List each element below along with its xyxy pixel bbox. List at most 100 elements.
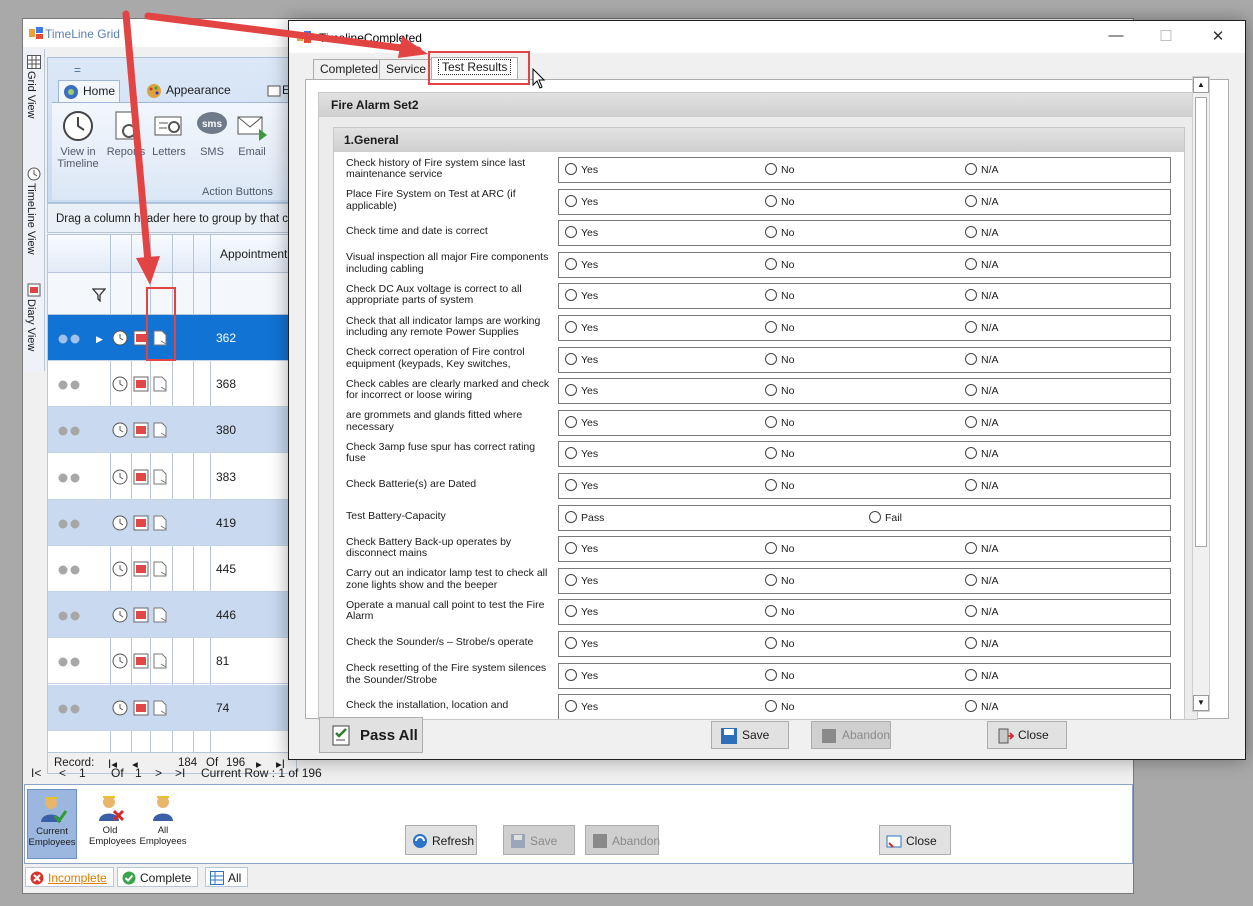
radio-option-yes[interactable]: Yes bbox=[565, 447, 598, 460]
status-tab-complete[interactable]: Complete bbox=[117, 867, 199, 887]
current-employees-button[interactable]: Current Employees bbox=[27, 789, 77, 859]
radio-option-na[interactable]: N/A bbox=[965, 637, 999, 650]
sms-button[interactable]: sms SMS bbox=[194, 109, 230, 158]
radio-option-na[interactable]: N/A bbox=[965, 257, 999, 271]
tab-completed[interactable]: Completed bbox=[313, 59, 386, 79]
document-icon[interactable] bbox=[152, 561, 168, 577]
diary-icon[interactable] bbox=[133, 376, 149, 392]
radio-option-na[interactable]: N/A bbox=[965, 163, 999, 176]
clock-icon[interactable] bbox=[112, 422, 128, 438]
radio-option-no[interactable]: No bbox=[765, 289, 794, 302]
radio-option-yes[interactable]: Yes bbox=[565, 226, 598, 239]
radio-option-na[interactable]: N/A bbox=[965, 447, 999, 460]
radio-option-no[interactable]: No bbox=[765, 194, 794, 208]
dialog-close-button[interactable]: Close bbox=[987, 721, 1067, 749]
diary-icon[interactable] bbox=[133, 607, 149, 623]
radio-option-na[interactable]: N/A bbox=[965, 479, 999, 492]
document-icon[interactable] bbox=[152, 469, 168, 485]
radio-option-na[interactable]: N/A bbox=[965, 289, 999, 302]
all-employees-button[interactable]: All Employees bbox=[139, 793, 187, 847]
letters-button[interactable]: Letters bbox=[148, 109, 190, 158]
radio-option-na[interactable]: N/A bbox=[965, 194, 999, 208]
document-icon[interactable] bbox=[152, 653, 168, 669]
radio-option-yes[interactable]: Yes bbox=[565, 668, 598, 682]
table-row[interactable]: 368 bbox=[48, 361, 296, 408]
dialog-titlebar[interactable]: TimelineCompleted — ☐ ✕ bbox=[289, 21, 1245, 53]
document-icon[interactable] bbox=[152, 515, 168, 531]
filter-icon[interactable] bbox=[92, 288, 106, 302]
scroll-down-icon[interactable]: ▼ bbox=[1193, 695, 1209, 711]
radio-option-yes[interactable]: Yes bbox=[565, 605, 598, 618]
document-icon[interactable] bbox=[152, 607, 168, 623]
status-tab-all[interactable]: All bbox=[205, 867, 249, 887]
next-page-button[interactable]: > bbox=[155, 766, 162, 780]
radio-option-na[interactable]: N/A bbox=[965, 321, 999, 334]
email-button[interactable]: Email bbox=[234, 109, 270, 158]
minimize-button[interactable]: — bbox=[1101, 27, 1131, 47]
ribbon-tab-appearance[interactable]: Appearance bbox=[142, 80, 235, 102]
radio-option-na[interactable]: N/A bbox=[965, 573, 999, 587]
radio-option-no[interactable]: No bbox=[765, 226, 794, 239]
diary-icon[interactable] bbox=[133, 653, 149, 669]
radio-option-na[interactable]: N/A bbox=[965, 415, 999, 429]
radio-option-no[interactable]: No bbox=[765, 447, 794, 460]
radio-option-pass[interactable]: Pass bbox=[565, 510, 604, 524]
table-row[interactable]: 446 bbox=[48, 592, 296, 639]
radio-option-yes[interactable]: Yes bbox=[565, 384, 598, 397]
diary-icon[interactable] bbox=[133, 561, 149, 577]
radio-option-no[interactable]: No bbox=[765, 700, 794, 713]
radio-option-no[interactable]: No bbox=[765, 415, 794, 429]
diary-icon[interactable] bbox=[133, 700, 149, 716]
table-row[interactable]: 74 bbox=[48, 684, 296, 731]
close-icon[interactable]: ✕ bbox=[1203, 27, 1233, 47]
side-tab-diary-view[interactable]: Diary View bbox=[23, 281, 45, 371]
document-icon[interactable] bbox=[152, 376, 168, 392]
side-tab-timeline-view[interactable]: TimeLine View bbox=[23, 165, 45, 277]
clock-icon[interactable] bbox=[112, 515, 128, 531]
clock-icon[interactable] bbox=[112, 653, 128, 669]
close-button[interactable]: Close bbox=[879, 825, 951, 855]
quick-access-toolbar[interactable]: = bbox=[74, 63, 81, 77]
table-row[interactable]: 81 bbox=[48, 638, 296, 685]
column-header-appointment[interactable]: AppointmentI bbox=[220, 247, 291, 261]
old-employees-button[interactable]: Old Employees bbox=[89, 793, 136, 847]
radio-option-na[interactable]: N/A bbox=[965, 352, 999, 366]
save-button-disabled[interactable]: Save bbox=[503, 825, 575, 855]
diary-icon[interactable] bbox=[133, 422, 149, 438]
radio-option-no[interactable]: No bbox=[765, 352, 794, 366]
radio-option-yes[interactable]: Yes bbox=[565, 352, 598, 366]
radio-option-yes[interactable]: Yes bbox=[565, 573, 598, 587]
radio-option-yes[interactable]: Yes bbox=[565, 479, 598, 492]
radio-option-no[interactable]: No bbox=[765, 257, 794, 271]
scroll-up-icon[interactable]: ▲ bbox=[1193, 77, 1209, 93]
dialog-save-button[interactable]: Save bbox=[711, 721, 789, 749]
radio-option-no[interactable]: No bbox=[765, 479, 794, 492]
radio-option-na[interactable]: N/A bbox=[965, 384, 999, 397]
reports-button[interactable]: Reports bbox=[106, 109, 146, 158]
clock-icon[interactable] bbox=[112, 376, 128, 392]
scroll-thumb[interactable] bbox=[1195, 97, 1207, 547]
dialog-scrollbar[interactable]: ▲ ▼ bbox=[1192, 76, 1210, 712]
document-icon[interactable] bbox=[152, 700, 168, 716]
clock-icon[interactable] bbox=[112, 607, 128, 623]
first-page-button[interactable]: I< bbox=[31, 766, 41, 780]
radio-option-no[interactable]: No bbox=[765, 321, 794, 334]
table-row[interactable]: 383 bbox=[48, 454, 296, 500]
radio-option-yes[interactable]: Yes bbox=[565, 257, 598, 271]
status-tab-incomplete[interactable]: Incomplete bbox=[25, 867, 114, 887]
radio-option-no[interactable]: No bbox=[765, 384, 794, 397]
radio-option-yes[interactable]: Yes bbox=[565, 194, 598, 208]
side-tab-grid-view[interactable]: Grid View bbox=[23, 53, 45, 163]
refresh-button[interactable]: Refresh bbox=[405, 825, 477, 855]
clock-icon[interactable] bbox=[112, 330, 128, 346]
table-row[interactable]: 419 bbox=[48, 499, 296, 546]
radio-option-no[interactable]: No bbox=[765, 605, 794, 618]
tab-service[interactable]: Service bbox=[379, 59, 434, 79]
clock-icon[interactable] bbox=[112, 700, 128, 716]
prev-page-button[interactable]: < bbox=[59, 766, 66, 780]
dialog-abandon-button[interactable]: Abandon bbox=[811, 721, 891, 749]
clock-icon[interactable] bbox=[112, 469, 128, 485]
radio-option-na[interactable]: N/A bbox=[965, 700, 999, 713]
ribbon-tab-home[interactable]: Home bbox=[58, 80, 121, 102]
radio-option-no[interactable]: No bbox=[765, 542, 794, 555]
